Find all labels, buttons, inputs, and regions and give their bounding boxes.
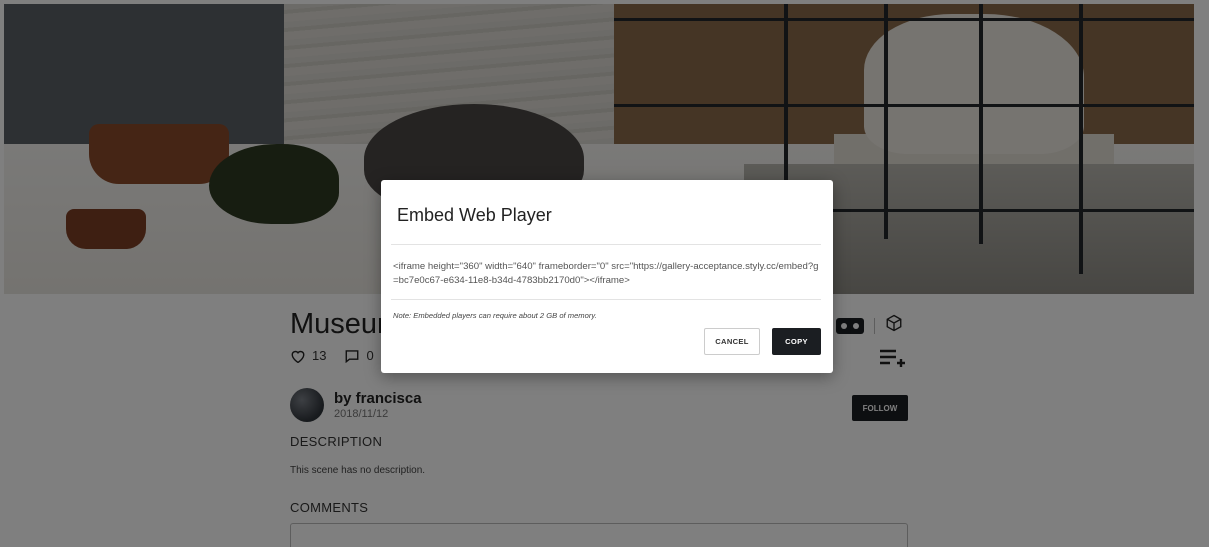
- cancel-button[interactable]: CANCEL: [704, 328, 760, 355]
- embed-dialog: Embed Web Player <iframe height="360" wi…: [381, 180, 833, 373]
- embed-code-text[interactable]: <iframe height="360" width="640" framebo…: [393, 260, 821, 288]
- memory-note: Note: Embedded players can require about…: [393, 311, 597, 320]
- dialog-title: Embed Web Player: [397, 205, 552, 225]
- divider: [391, 244, 821, 245]
- copy-button[interactable]: COPY: [772, 328, 821, 355]
- divider: [391, 299, 821, 300]
